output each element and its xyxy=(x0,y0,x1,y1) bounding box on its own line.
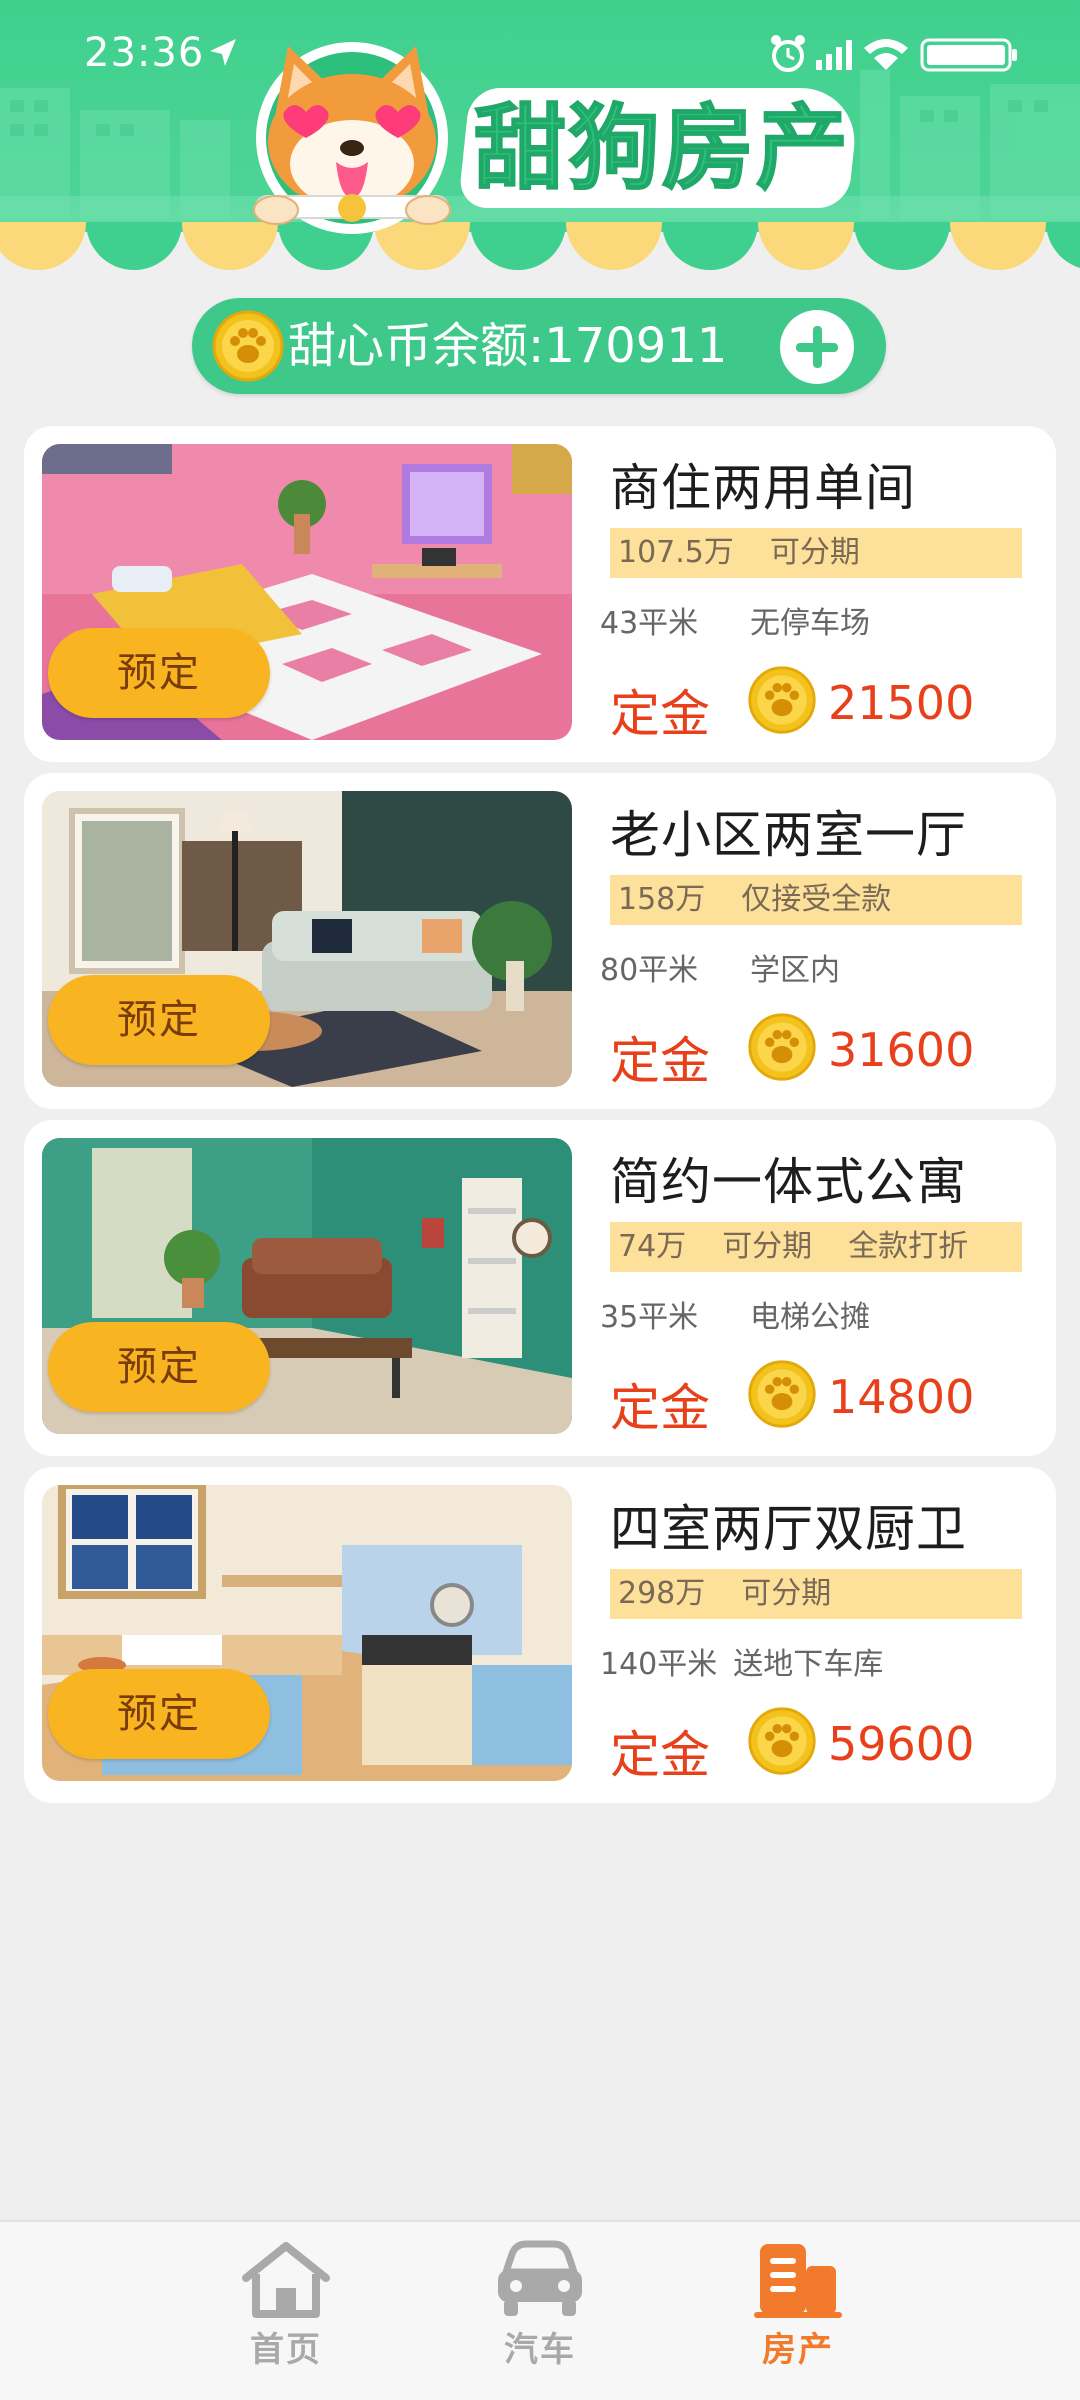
coin-balance-label: 甜心币余额: xyxy=(288,318,545,374)
property-image-two-room: 预定 xyxy=(42,791,572,1087)
deposit-label: 定金 xyxy=(610,685,710,743)
payment-tag: 可分期 xyxy=(741,1576,832,1611)
building-icon xyxy=(754,2244,842,2318)
coin-balance-text: 甜心币余额:170911 xyxy=(288,298,727,394)
price-tag: 158万 xyxy=(618,882,706,917)
property-feature: 送地下车库 xyxy=(733,1647,884,1682)
status-icons xyxy=(771,35,1017,72)
nav-item-property[interactable]: 房产 xyxy=(728,2240,868,2390)
app-header: 23:36 甜狗房产 甜心币余额:170911 xyxy=(0,0,1080,394)
deposit-label: 定金 xyxy=(610,1032,710,1090)
property-tags: 74万 可分期 全款打折 xyxy=(610,1222,1022,1272)
wifi-icon xyxy=(864,39,908,70)
discount-tag: 全款打折 xyxy=(848,1229,969,1264)
home-icon xyxy=(242,2242,330,2318)
bottom-navigation: 首页 汽车 房产 xyxy=(0,2220,1080,2400)
property-meta: 43平米 无停车场 xyxy=(600,598,870,642)
property-feature: 无停车场 xyxy=(750,606,870,641)
book-button[interactable]: 预定 xyxy=(48,1322,270,1412)
paw-coin-icon xyxy=(748,666,816,734)
deposit-label: 定金 xyxy=(610,1379,710,1437)
property-meta: 140平米 送地下车库 xyxy=(600,1639,883,1683)
app-logo-title: 甜狗房产 xyxy=(457,88,861,208)
property-image-apartment: 预定 xyxy=(42,1138,572,1434)
property-tags: 298万 可分期 xyxy=(610,1569,1022,1619)
battery-icon xyxy=(920,38,1017,72)
status-time: 23:36 xyxy=(84,30,205,76)
payment-tag: 可分期 xyxy=(722,1229,813,1264)
property-card: 预定 老小区两室一厅 158万 仅接受全款 80平米 学区内 定金 31600 xyxy=(24,773,1056,1109)
price-tag: 107.5万 xyxy=(618,535,734,570)
payment-tag: 仅接受全款 xyxy=(741,882,892,917)
property-tags: 158万 仅接受全款 xyxy=(610,875,1022,925)
property-image-four-room: 预定 xyxy=(42,1485,572,1781)
property-area: 35平米 xyxy=(600,1300,699,1335)
property-area: 80平米 xyxy=(600,953,699,988)
deposit-amount: 31600 xyxy=(828,1023,975,1077)
property-image-studio: 预定 xyxy=(42,444,572,740)
property-feature: 学区内 xyxy=(750,953,840,988)
property-meta: 35平米 电梯公摊 xyxy=(600,1292,870,1336)
coin-balance-bar: 甜心币余额:170911 xyxy=(192,298,886,394)
book-button[interactable]: 预定 xyxy=(48,1669,270,1759)
nav-label: 首页 xyxy=(250,2330,322,2370)
property-title: 商住两用单间 xyxy=(610,459,916,517)
signal-icon xyxy=(816,40,852,70)
location-arrow-icon xyxy=(210,39,236,66)
deposit-amount: 59600 xyxy=(828,1717,975,1771)
property-title: 四室两厅双厨卫 xyxy=(610,1500,967,1558)
book-button[interactable]: 预定 xyxy=(48,975,270,1065)
paw-coin-icon xyxy=(212,310,284,382)
paw-coin-icon xyxy=(748,1707,816,1775)
deposit-label: 定金 xyxy=(610,1726,710,1784)
property-feature: 电梯公摊 xyxy=(750,1300,870,1335)
property-card: 预定 商住两用单间 107.5万 可分期 43平米 无停车场 定金 21500 xyxy=(24,426,1056,762)
add-coins-button[interactable] xyxy=(780,310,854,384)
property-card: 预定 简约一体式公寓 74万 可分期 全款打折 35平米 电梯公摊 定金 14800 xyxy=(24,1120,1056,1456)
payment-tag: 可分期 xyxy=(769,535,860,570)
paw-coin-icon xyxy=(748,1360,816,1428)
book-button[interactable]: 预定 xyxy=(48,628,270,718)
property-tags: 107.5万 可分期 xyxy=(610,528,1022,578)
property-title: 老小区两室一厅 xyxy=(610,806,967,864)
property-title: 简约一体式公寓 xyxy=(610,1153,967,1211)
property-area: 43平米 xyxy=(600,606,699,641)
nav-label: 汽车 xyxy=(504,2330,576,2370)
price-tag: 298万 xyxy=(618,1576,706,1611)
nav-item-car[interactable]: 汽车 xyxy=(470,2240,610,2390)
property-meta: 80平米 学区内 xyxy=(600,945,840,989)
property-list: 预定 商住两用单间 107.5万可分期 43平米无停车场 定金 21500 xyxy=(24,426,1056,1814)
car-icon xyxy=(498,2240,582,2316)
price-tag: 74万 xyxy=(618,1229,687,1264)
paw-coin-icon xyxy=(748,1013,816,1081)
property-area: 140平米 xyxy=(600,1647,718,1682)
coin-balance-value: 170911 xyxy=(544,318,728,374)
nav-item-home[interactable]: 首页 xyxy=(216,2240,356,2390)
deposit-amount: 14800 xyxy=(828,1370,975,1424)
deposit-amount: 21500 xyxy=(828,676,975,730)
shiba-dog-logo-icon xyxy=(253,42,451,234)
nav-label: 房产 xyxy=(762,2330,834,2370)
logo-title-text: 甜狗房产 xyxy=(473,94,851,203)
awning-scallop-decoration xyxy=(0,222,1080,270)
property-card: 预定 四室两厅双厨卫 298万 可分期 140平米 送地下车库 定金 59600 xyxy=(24,1467,1056,1803)
alarm-icon xyxy=(771,35,805,72)
